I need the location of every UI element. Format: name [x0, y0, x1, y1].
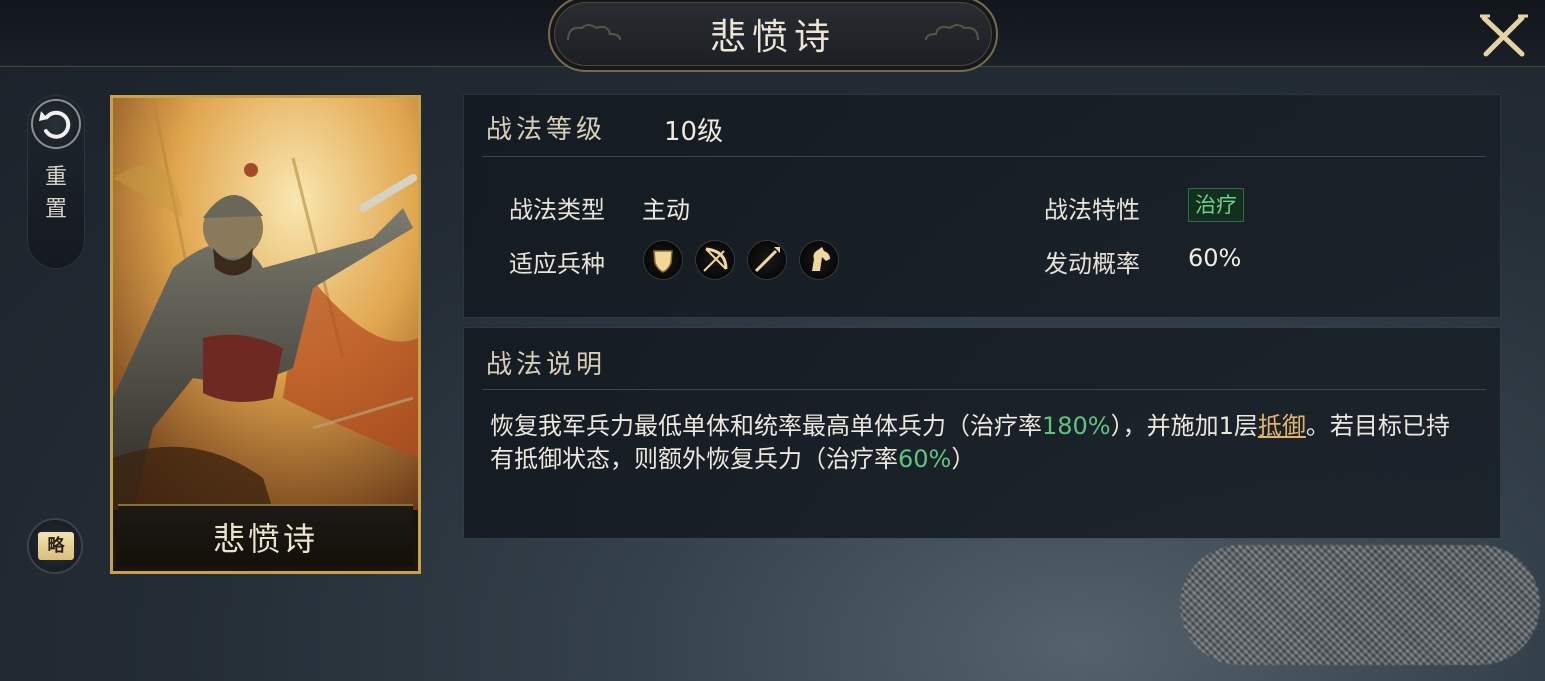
close-icon	[1480, 14, 1528, 57]
type-label: 战法类型	[509, 196, 605, 224]
description-part2: ），并施加1层	[1110, 412, 1258, 440]
reset-label: 重 置	[28, 162, 84, 226]
reset-label-char-1: 重	[44, 165, 67, 190]
heal-rate-1: 180%	[1042, 412, 1111, 440]
skill-info-panel: 战法等级 10级 战法类型 主动 战法特性 治疗 适应兵种 发动概率 60%	[464, 95, 1500, 317]
status-link-resist[interactable]: 抵御	[1258, 412, 1306, 440]
general-portrait-image	[113, 98, 418, 510]
description-part4: ）	[951, 445, 976, 473]
reset-button-group[interactable]: 重 置	[28, 96, 84, 268]
title-plate: 悲愤诗	[548, 0, 998, 72]
type-value: 主动	[642, 196, 690, 224]
reset-button[interactable]	[31, 99, 81, 149]
bow-icon	[696, 241, 734, 279]
spear-icon	[748, 241, 786, 279]
card-nameplate: 悲愤诗	[118, 504, 413, 566]
close-button[interactable]	[1478, 12, 1530, 60]
chance-label: 发动概率	[1044, 250, 1140, 278]
description-text: 恢复我军兵力最低单体和统率最高单体兵力（治疗率180%），并施加1层抵御。若目标…	[490, 410, 1470, 476]
blurred-watermark	[1180, 545, 1540, 665]
undo-arrow-icon	[39, 110, 71, 139]
divider	[482, 156, 1486, 157]
reset-label-char-2: 置	[44, 197, 67, 222]
horse-icon	[800, 241, 838, 279]
skill-card: 悲愤诗	[110, 95, 421, 574]
trait-label: 战法特性	[1044, 196, 1140, 224]
description-heading: 战法说明	[486, 350, 607, 380]
chance-value: 60%	[1188, 244, 1242, 272]
brief-icon: 略	[38, 532, 74, 560]
level-label: 战法等级	[486, 115, 607, 145]
level-value: 10级	[664, 117, 724, 147]
troops-label: 适应兵种	[509, 250, 605, 278]
page-title: 悲愤诗	[709, 17, 836, 58]
trait-badge: 治疗	[1188, 188, 1244, 222]
heal-rate-2: 60%	[898, 445, 952, 473]
description-part1: 恢复我军兵力最低单体和统率最高单体兵力（治疗率	[490, 412, 1042, 440]
brief-button[interactable]: 略	[27, 518, 83, 574]
skill-description-panel: 战法说明 恢复我军兵力最低单体和统率最高单体兵力（治疗率180%），并施加1层抵…	[464, 328, 1500, 538]
card-name: 悲愤诗	[212, 520, 318, 558]
divider	[482, 389, 1486, 390]
shield-icon	[644, 241, 682, 279]
